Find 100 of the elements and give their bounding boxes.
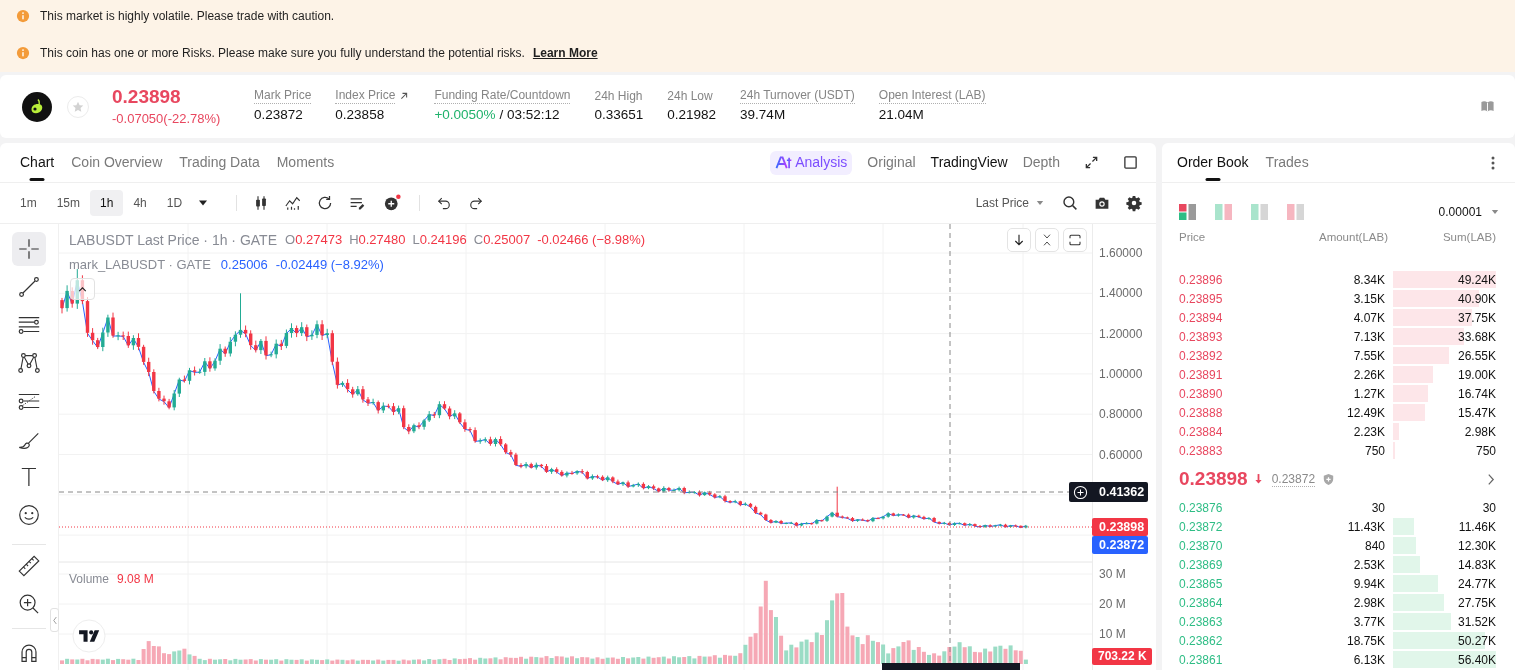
stat-value: 0.23872 [254, 106, 303, 124]
caret-down-icon [1491, 208, 1499, 216]
price-axis-label: 1.20000 [1099, 325, 1143, 342]
price-source-dropdown[interactable]: Last Price [971, 190, 1048, 216]
order-sum: 14.83K [1457, 556, 1496, 574]
layout-both-icon[interactable] [1179, 204, 1196, 220]
order-sum: 40.90K [1457, 290, 1496, 308]
order-amount: 6.13K [1352, 651, 1385, 669]
interval-tab[interactable]: 1m [10, 190, 47, 216]
order-book-tab[interactable]: Trades [1265, 143, 1309, 182]
ruler-icon [16, 553, 42, 579]
maximize-button[interactable] [1063, 228, 1087, 252]
order-amount: 4.07K [1352, 309, 1385, 327]
legend-title: LABUSDT Last Price · 1h · GATE [69, 230, 277, 250]
toolbar-toggle-button[interactable] [50, 608, 59, 632]
warning-text: This coin has one or more Risks. Please make sure you fully understand the potential risks. [40, 45, 525, 62]
order-sum: 19.00K [1457, 366, 1496, 384]
order-sum: 24.77K [1457, 575, 1496, 593]
interval-tab[interactable]: 1h [90, 190, 124, 216]
order-amount: 7.55K [1352, 347, 1385, 365]
chevron-left-icon [51, 615, 58, 625]
plus-circle-icon[interactable] [1073, 484, 1088, 500]
order-price: 0.23870 [1179, 537, 1224, 555]
column-header: Sum(LAB) [1441, 230, 1496, 246]
chart-tab[interactable]: Moments [276, 143, 335, 182]
book-icon[interactable] [1480, 99, 1495, 114]
ohlc-value: 0.24196 [419, 231, 467, 250]
order-amount: 18.75K [1345, 632, 1385, 650]
collapse-legend-button[interactable] [70, 278, 95, 300]
order-price: 0.23865 [1179, 575, 1224, 593]
depth-bar [1393, 518, 1414, 535]
depth-bar [1393, 575, 1439, 592]
ai-icon [775, 155, 793, 170]
ohlc-value: 0.25007 [483, 231, 531, 250]
warning-text: This market is highly volatile. Please trade with caution. [40, 8, 335, 25]
ohlc-label: O [285, 231, 296, 250]
stat-label: 24h High [594, 88, 643, 104]
learn-more-link[interactable]: Learn More [532, 44, 598, 62]
depth-bar [1393, 347, 1449, 364]
pattern-icon [16, 350, 42, 376]
order-amount: 750 [1363, 442, 1385, 460]
order-price: 0.23893 [1179, 328, 1224, 346]
interval-tab[interactable]: 1D [156, 190, 193, 216]
mark-change: -0.02449 (−8.92%) [275, 256, 384, 275]
stat-value: 0.33651 [594, 106, 644, 124]
interval-tab[interactable]: 4h [123, 190, 157, 216]
order-price: 0.23864 [1179, 594, 1224, 612]
view-tab[interactable]: Original [867, 143, 916, 182]
settings-icon [1125, 194, 1143, 212]
order-price: 0.23896 [1179, 271, 1224, 289]
ohlc-value: 0.27473 [295, 231, 343, 250]
stat-value: 0.23858 [335, 106, 385, 124]
order-price: 0.23862 [1179, 632, 1224, 650]
chart-tab[interactable]: Trading Data [179, 143, 260, 182]
depth-bar [1393, 613, 1451, 630]
book-mark-price: 0.23872 [1271, 471, 1316, 487]
order-sum: 15.47K [1457, 404, 1496, 422]
ohlc-value: 0.27480 [358, 231, 406, 250]
depth-bar [1393, 594, 1444, 611]
view-tab[interactable]: TradingView [930, 143, 1008, 182]
order-sum: 37.75K [1457, 309, 1496, 327]
order-sum: 30 [1482, 499, 1496, 517]
text-tool-button[interactable]: T [12, 460, 46, 494]
indicator-icon [284, 194, 303, 212]
order-amount: 2.98K [1352, 594, 1385, 612]
precision-dropdown[interactable]: 0.00001 [1438, 203, 1499, 221]
caret-down-icon [198, 198, 209, 208]
order-price: 0.23876 [1179, 499, 1224, 517]
stat-value: 39.74M [740, 106, 786, 124]
order-amount: 11.43K [1346, 518, 1385, 536]
depth-bar [1393, 366, 1433, 383]
ai-analysis-tab[interactable]: Analysis [770, 150, 853, 175]
depth-bar [1393, 385, 1428, 402]
order-sum: 750 [1475, 442, 1496, 460]
price-axis-label: 0.80000 [1099, 406, 1143, 423]
order-amount: 3.15K [1352, 290, 1385, 308]
order-sum: 11.46K [1458, 518, 1496, 536]
chart-logo-icon[interactable] [72, 619, 106, 653]
order-amount: 3.77K [1352, 613, 1385, 631]
order-price: 0.23869 [1179, 556, 1224, 574]
stat-value: 0.21982 [667, 106, 717, 124]
interval-tab[interactable]: 15m [46, 190, 90, 216]
order-sum: 2.98K [1464, 423, 1496, 441]
order-price: 0.23888 [1179, 404, 1224, 422]
mark-value: 0.25006 [220, 256, 268, 275]
kebab-icon [1491, 155, 1495, 170]
view-tab[interactable]: Depth [1022, 143, 1060, 182]
chart-tab[interactable]: Chart [20, 143, 55, 182]
order-book-tab[interactable]: Order Book [1177, 143, 1249, 182]
order-sum: 50.27K [1457, 632, 1496, 650]
square-icon [1122, 155, 1138, 170]
price-change: -0.07050(-22.78%) [112, 110, 222, 128]
scroll-to-latest-button[interactable] [1007, 228, 1031, 252]
coin-logo-icon [22, 91, 52, 122]
order-sum: 26.55K [1457, 347, 1496, 365]
crosshair-icon [16, 236, 42, 262]
order-amount: 30 [1370, 499, 1385, 517]
depth-bar [1393, 556, 1421, 573]
chart-tab[interactable]: Coin Overview [71, 143, 163, 182]
ohlc-label: L [412, 231, 420, 250]
